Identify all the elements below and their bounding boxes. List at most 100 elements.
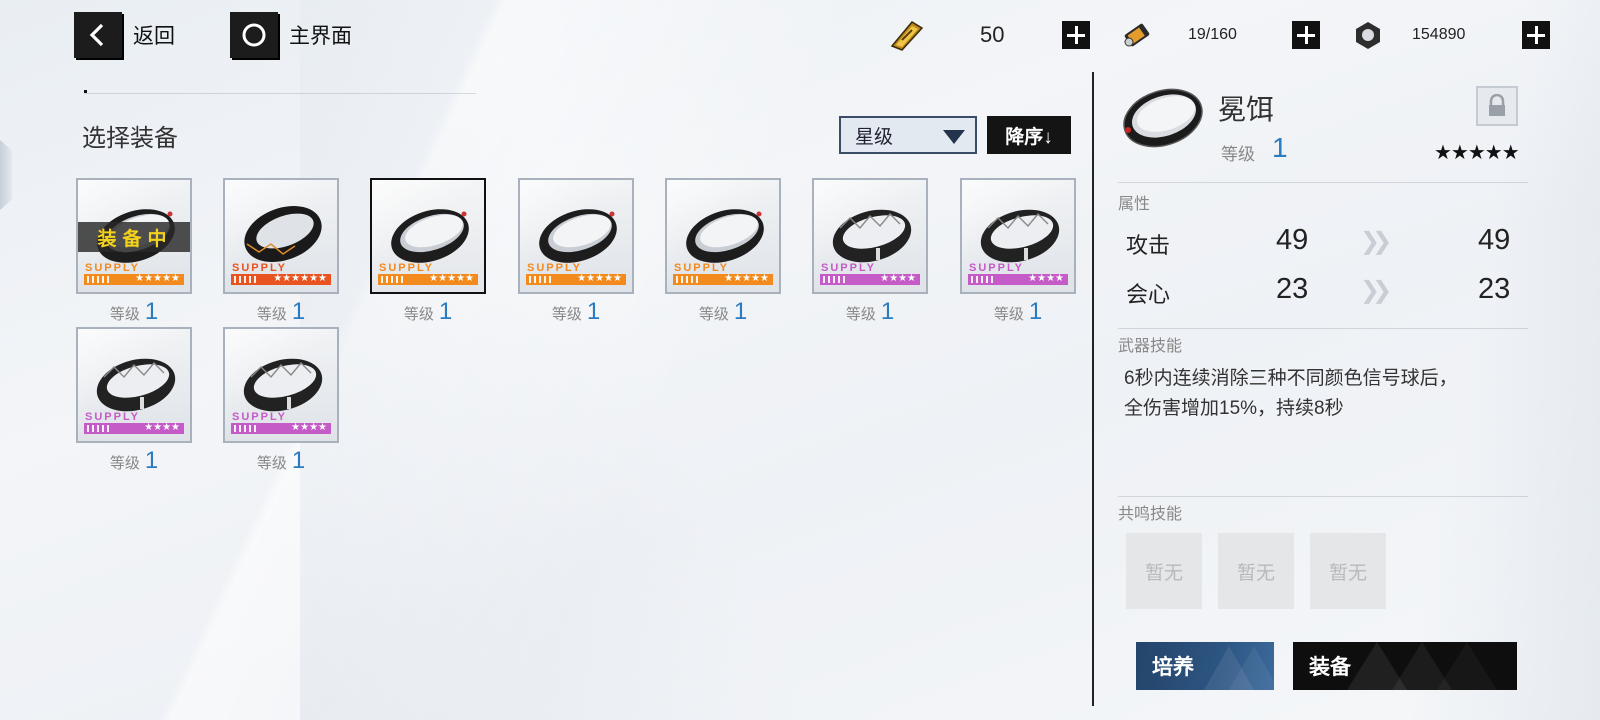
sort-select-value: 星级	[855, 126, 894, 148]
back-button[interactable]: 返回	[74, 12, 175, 58]
gold-ticket-icon	[890, 21, 924, 51]
button-decoration	[1347, 642, 1497, 690]
equipment-level: 等级 1	[223, 447, 339, 475]
stat-attack-next: 49	[1478, 224, 1511, 256]
weapon-skill-line: 6秒内连续消除三种不同颜色信号球后，	[1124, 368, 1458, 389]
level-label: 等级	[403, 306, 434, 323]
lock-icon	[1489, 94, 1505, 116]
resource-battery	[1120, 18, 1154, 52]
rarity-stars: ★★★★★	[724, 273, 769, 284]
rarity-bar: ★★★★	[968, 273, 1068, 285]
double-chevron-icon: ❯❯	[1360, 277, 1392, 304]
equipment-card[interactable]: SUPPLY ★★★★★	[370, 178, 486, 294]
rarity-bar: ★★★★	[231, 422, 331, 434]
resonance-slot: 暂无	[1218, 533, 1294, 609]
equipment-name: 冕饵	[1218, 94, 1275, 125]
train-button[interactable]: 培养	[1136, 642, 1274, 690]
lock-button[interactable]	[1476, 86, 1518, 126]
home-button[interactable]: 主界面	[230, 12, 352, 58]
detail-level-label: 等级	[1221, 145, 1255, 164]
equipment-card[interactable]: SUPPLY ★★★★★ 装备中	[76, 178, 192, 294]
chevron-left-icon	[74, 12, 122, 58]
rarity-stars: ★★★★	[144, 422, 180, 433]
back-label: 返回	[133, 25, 175, 48]
stat-attack-current: 49	[1276, 224, 1309, 256]
equipment-card[interactable]: SUPPLY ★★★★★★	[223, 178, 339, 294]
side-tab-notch	[0, 140, 12, 210]
rarity-stars: ★★★★★	[577, 273, 622, 284]
dropdown-triangle-icon	[943, 130, 965, 144]
rarity-stars: ★★★★	[291, 422, 327, 433]
ring-icon	[539, 209, 617, 263]
equipment-card[interactable]: SUPPLY ★★★★	[76, 327, 192, 443]
supply-tag: SUPPLY	[232, 411, 288, 423]
resource-ticket-value: 50	[980, 22, 1005, 47]
add-ticket-button[interactable]	[1062, 21, 1090, 49]
panel-divider	[1092, 72, 1094, 706]
supply-tag: SUPPLY	[379, 262, 435, 274]
level-value: 1	[291, 298, 306, 325]
supply-tag: SUPPLY	[674, 262, 730, 274]
equipped-badge: 装备中	[78, 222, 190, 252]
rarity-stripes	[87, 276, 109, 283]
rarity-bar: ★★★★★	[526, 273, 626, 285]
attributes-label: 属性	[1118, 196, 1151, 213]
equipment-card[interactable]: SUPPLY ★★★★★	[518, 178, 634, 294]
sort-select[interactable]: 星级	[839, 116, 977, 154]
level-value: 1	[880, 298, 895, 325]
rarity-stars: ★★★★	[880, 273, 916, 284]
button-decoration	[1204, 646, 1274, 690]
level-value: 1	[733, 298, 748, 325]
rarity-stripes	[529, 276, 551, 283]
equipment-level: 等级 1	[960, 298, 1076, 326]
hex-nut-icon	[1356, 22, 1380, 49]
supply-tag: SUPPLY	[969, 262, 1025, 274]
rarity-stars: ★★★★★	[429, 273, 474, 284]
divider	[1118, 496, 1528, 497]
rarity-stars: ★★★★★★	[273, 273, 327, 284]
circle-home-icon	[230, 12, 278, 58]
level-value: 1	[586, 298, 601, 325]
battery-canister-icon	[1124, 23, 1150, 47]
rarity-stripes	[87, 425, 109, 432]
rarity-stripes	[381, 276, 403, 283]
rarity-stripes	[234, 425, 256, 432]
level-label: 等级	[845, 306, 876, 323]
rarity-bar: ★★★★★	[84, 273, 184, 285]
rarity-bar: ★★★★★★	[231, 273, 331, 285]
divider	[1118, 328, 1528, 329]
detail-ring-icon	[1118, 78, 1208, 163]
stat-attack-name: 攻击	[1126, 233, 1171, 258]
rarity-bar: ★★★★	[84, 422, 184, 434]
stat-crit-current: 23	[1276, 273, 1309, 305]
home-label: 主界面	[289, 25, 352, 48]
level-label: 等级	[698, 306, 729, 323]
equipment-card[interactable]: SUPPLY ★★★★★	[665, 178, 781, 294]
equipment-level: 等级 1	[76, 447, 192, 475]
equipment-card[interactable]: SUPPLY ★★★★	[223, 327, 339, 443]
sort-order-button[interactable]: 降序↓	[987, 116, 1071, 154]
equipment-level: 等级 1	[665, 298, 781, 326]
resonance-slot: 暂无	[1310, 533, 1386, 609]
rarity-stars: ★★★★★	[135, 273, 180, 284]
add-nut-button[interactable]	[1522, 21, 1550, 49]
level-value: 1	[144, 298, 159, 325]
level-value: 1	[1028, 298, 1043, 325]
equipment-card[interactable]: SUPPLY ★★★★	[960, 178, 1076, 294]
supply-tag: SUPPLY	[821, 262, 877, 274]
ring-icon	[832, 209, 912, 263]
rarity-bar: ★★★★	[820, 273, 920, 285]
ring-icon	[243, 358, 323, 412]
add-battery-button[interactable]	[1292, 21, 1320, 49]
ring-icon	[980, 209, 1060, 263]
equip-button[interactable]: 装备	[1293, 642, 1517, 690]
resource-nut-value: 154890	[1412, 26, 1466, 43]
stat-crit-next: 23	[1478, 273, 1511, 305]
level-label: 等级	[256, 306, 287, 323]
resonance-slot: 暂无	[1126, 533, 1202, 609]
level-label: 等级	[256, 455, 287, 472]
rarity-stripes	[676, 276, 698, 283]
level-label: 等级	[551, 306, 582, 323]
equipment-card[interactable]: SUPPLY ★★★★	[812, 178, 928, 294]
ring-icon	[96, 358, 176, 412]
